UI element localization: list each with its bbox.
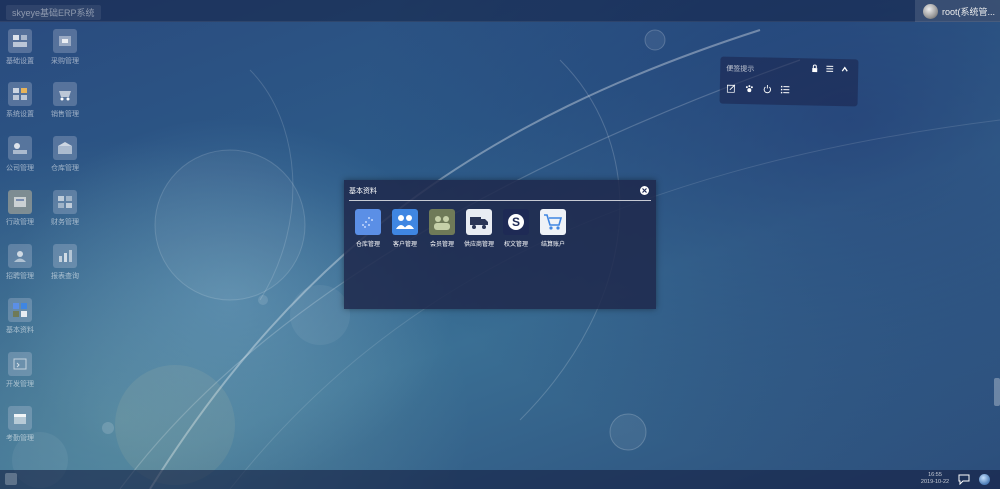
sticky-note-widget[interactable]: 便签提示	[719, 56, 859, 107]
desktop-icon-sales[interactable]: 销售管理	[45, 82, 85, 119]
desktop-icon-finance[interactable]: 财务管理	[45, 190, 85, 227]
notification-orb-icon[interactable]	[979, 474, 990, 485]
members-icon	[429, 209, 455, 235]
desktop-icon-system-settings[interactable]: 系统设置	[0, 82, 40, 119]
warehouse-icon	[53, 136, 77, 160]
develop-icon	[8, 352, 32, 376]
desktop-icon-recruit[interactable]: 招聘管理	[0, 244, 40, 281]
desktop-icon-basic-data[interactable]: 基本资料	[0, 298, 40, 335]
attendance-icon	[8, 406, 32, 430]
scrollbar[interactable]	[994, 378, 1000, 406]
basic-data-icon	[8, 298, 32, 322]
recruit-icon	[8, 244, 32, 268]
taskbar: 16:55 2019-10-22	[0, 470, 1000, 489]
finance-icon	[53, 190, 77, 214]
app-members[interactable]: 会员管理	[425, 209, 459, 248]
chat-icon[interactable]	[958, 474, 970, 485]
lock-icon[interactable]	[811, 64, 818, 73]
top-bar: skyeye基础ERP系统 root(系统管...	[0, 0, 1000, 22]
close-button[interactable]	[640, 186, 649, 195]
user-name: root(系统管...	[942, 6, 996, 17]
window-title: skyeye基础ERP系统	[6, 5, 101, 20]
desktop-icon-basic-settings[interactable]: 基础设置	[0, 29, 40, 66]
list-icon[interactable]	[780, 85, 790, 94]
purchase-icon	[53, 29, 77, 53]
close-icon	[642, 188, 647, 193]
system-settings-icon	[8, 82, 32, 106]
app-suppliers[interactable]: 供应商管理	[462, 209, 496, 248]
cart-icon	[540, 209, 566, 235]
user-menu[interactable]: root(系统管...	[915, 0, 1000, 22]
truck-icon	[466, 209, 492, 235]
desktop-icon-purchase[interactable]: 采购管理	[45, 29, 85, 66]
reports-icon	[53, 244, 77, 268]
divider	[349, 200, 651, 201]
desktop-icon-admin[interactable]: 行政管理	[0, 190, 40, 227]
basic-data-modal: 基本资料 仓库管理 客户管理 会员管理 供应商管理 S 权文管理 结算账户	[344, 180, 656, 309]
app-settlement-accounts[interactable]: 结算账户	[536, 209, 570, 248]
modal-title: 基本资料	[349, 188, 377, 195]
app-documents[interactable]: S 权文管理	[499, 209, 533, 248]
chevron-up-icon[interactable]	[841, 65, 848, 73]
desktop-icon-warehouse[interactable]: 仓库管理	[45, 136, 85, 173]
desktop-icon-reports[interactable]: 报表查询	[45, 244, 85, 281]
avatar	[923, 3, 938, 19]
menu-icon[interactable]	[826, 65, 834, 73]
app-customers[interactable]: 客户管理	[388, 209, 422, 248]
basic-settings-icon	[8, 29, 32, 53]
desktop-icon-develop[interactable]: 开发管理	[0, 352, 40, 389]
desktop-icon-company[interactable]: 公司管理	[0, 136, 40, 173]
svg-text:S: S	[512, 215, 520, 229]
warehouse-icon	[355, 209, 381, 235]
sales-icon	[53, 82, 77, 106]
start-button[interactable]	[5, 473, 17, 485]
widget-title: 便签提示	[726, 65, 755, 74]
clock: 16:55 2019-10-22	[920, 472, 950, 485]
skype-icon: S	[503, 209, 529, 235]
customers-icon	[392, 209, 418, 235]
company-icon	[8, 136, 32, 160]
power-icon[interactable]	[763, 84, 772, 94]
app-warehouse[interactable]: 仓库管理	[351, 209, 385, 248]
admin-icon	[8, 190, 32, 214]
edit-icon[interactable]	[726, 84, 736, 93]
paw-icon[interactable]	[745, 84, 754, 93]
desktop-icon-attendance[interactable]: 考勤管理	[0, 406, 40, 443]
